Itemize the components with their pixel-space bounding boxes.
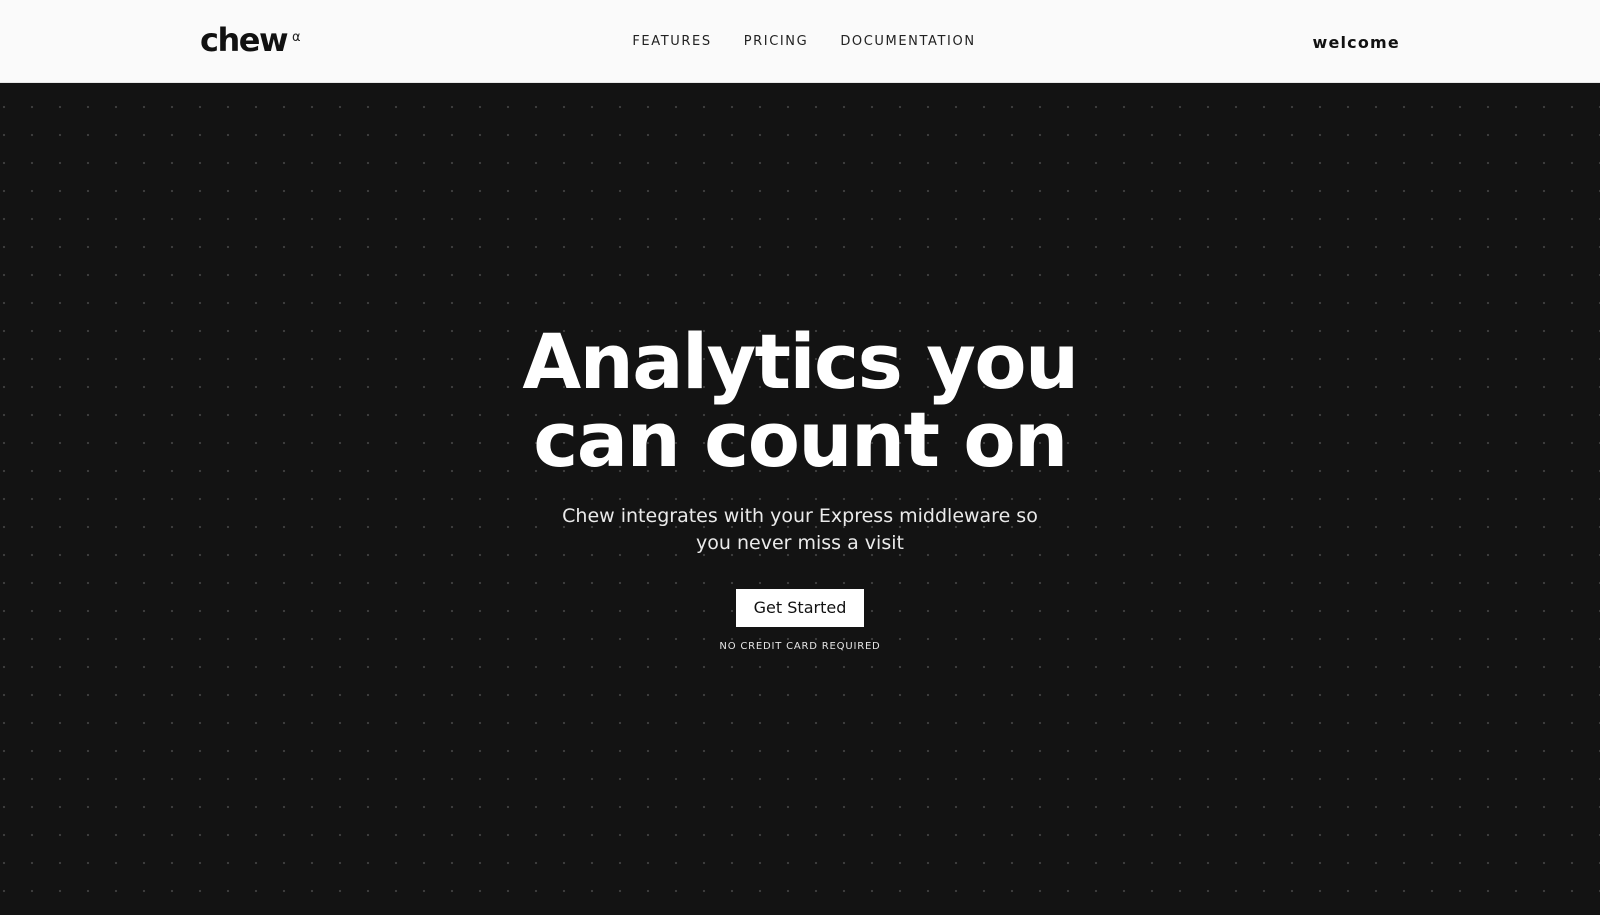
hero-section: Analytics you can count on Chew integrat… — [0, 83, 1600, 915]
top-navbar: chew α FEATURES PRICING DOCUMENTATION we… — [0, 0, 1600, 83]
nav-link-features[interactable]: FEATURES — [632, 32, 711, 52]
welcome-link[interactable]: welcome — [1312, 32, 1400, 54]
hero-subheadline: Chew integrates with your Express middle… — [562, 505, 1038, 554]
get-started-button[interactable]: Get Started — [735, 589, 865, 627]
no-credit-card-note: NO CREDIT CARD REQUIRED — [719, 641, 881, 652]
landing-page: chew α FEATURES PRICING DOCUMENTATION we… — [0, 0, 1600, 915]
hero-content: Analytics you can count on Chew integrat… — [0, 317, 1600, 653]
brand-name: chew — [200, 21, 289, 59]
brand-logo[interactable]: chew α — [200, 20, 301, 60]
nav-link-pricing[interactable]: PRICING — [744, 32, 809, 52]
nav-links: FEATURES PRICING DOCUMENTATION — [632, 32, 975, 52]
nav-link-documentation[interactable]: DOCUMENTATION — [840, 32, 975, 52]
hero-headline: Analytics you can count on — [522, 317, 1079, 484]
alpha-badge: α — [292, 30, 301, 45]
